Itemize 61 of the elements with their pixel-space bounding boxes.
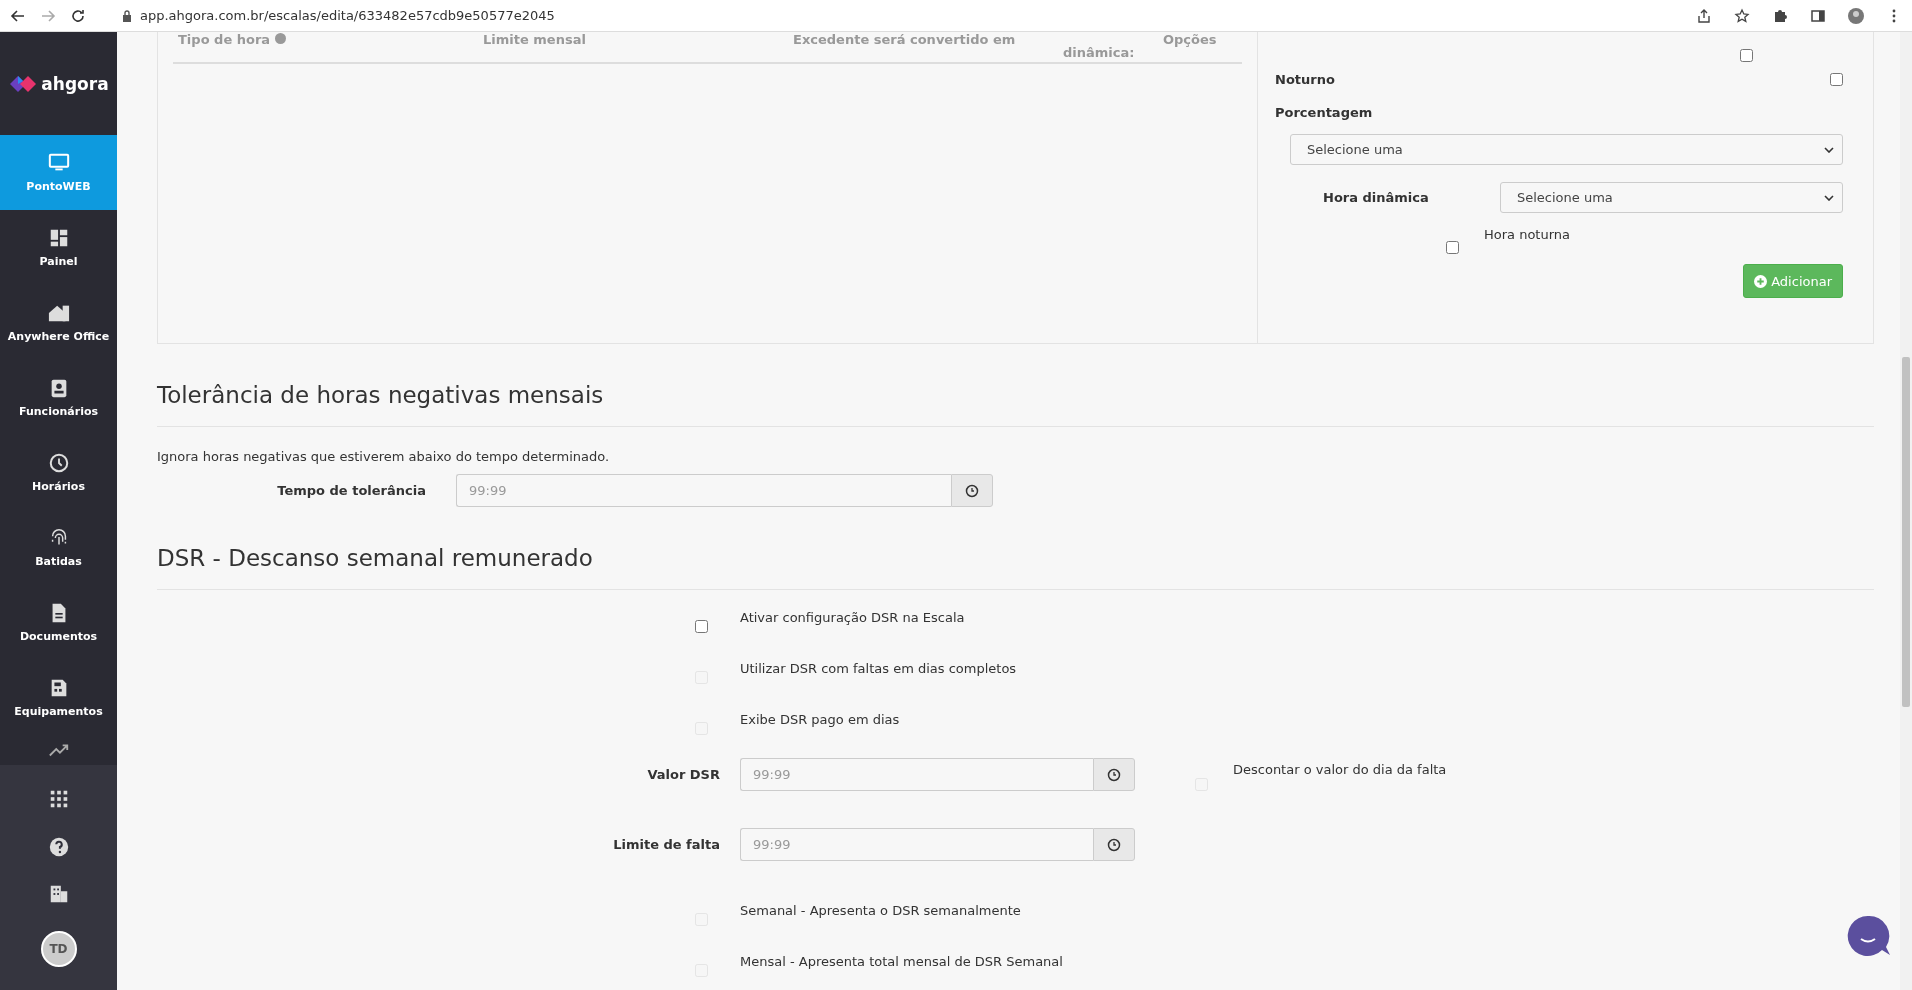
sidebar-item[interactable]: Horários [0, 435, 117, 510]
sidebar-item[interactable]: Equipamentos [0, 660, 117, 735]
sidebar-item[interactable]: Anywhere Office [0, 285, 117, 360]
checkbox-label: Ativar configuração DSR na Escala [740, 609, 965, 627]
puzzle-icon[interactable] [1772, 7, 1788, 24]
clock-icon [1107, 767, 1121, 782]
checkbox-label: Utilizar DSR com faltas em dias completos [740, 660, 1017, 678]
clock-icon [965, 483, 979, 498]
checkbox[interactable] [695, 620, 708, 633]
clock-button[interactable] [1093, 758, 1135, 791]
select-field[interactable]: Selecione uma [1500, 182, 1843, 213]
lock-icon [122, 9, 132, 22]
time-input[interactable]: 99:99 [456, 474, 951, 507]
scrollbar[interactable] [1900, 32, 1912, 990]
reload-icon[interactable] [70, 7, 86, 24]
chevron-down-icon [1824, 194, 1834, 201]
column-header: Limite mensal [483, 32, 586, 47]
column-header: Tipo de hora [178, 32, 286, 47]
sidebar-item[interactable]: Documentos [0, 585, 117, 660]
help-icon[interactable] [47, 835, 70, 858]
sidebar-item[interactable]: Funcionários [0, 360, 117, 435]
column-header: Opções [1163, 32, 1217, 47]
address-bar[interactable]: app.ahgora.com.br/escalas/edita/633482e57cdb9e50577e2045 [140, 8, 555, 23]
plus-circle-icon [1754, 274, 1768, 288]
time-input[interactable]: 99:99 [740, 758, 1093, 791]
info-icon [274, 33, 286, 44]
clock-button[interactable] [1093, 828, 1135, 861]
time-input[interactable]: 99:99 [740, 828, 1093, 861]
field-label: Valor DSR [647, 767, 720, 782]
star-icon[interactable] [1734, 7, 1750, 24]
column-header: Excedente será convertido em [793, 32, 1016, 47]
sidebar-item[interactable]: Painel [0, 210, 117, 285]
sidebar-icon[interactable] [1810, 7, 1826, 24]
checkbox[interactable] [1740, 49, 1753, 62]
clock-icon [47, 452, 70, 474]
checkbox-label: Hora noturna [1484, 227, 1571, 242]
column-header: dinâmica: [1063, 45, 1135, 60]
checkbox-label: Semanal - Apresenta o DSR semanalmente [740, 902, 1021, 920]
user-avatar[interactable]: TD [40, 931, 77, 968]
section-title: Tolerância de horas negativas mensais [157, 382, 605, 408]
clock-button[interactable] [951, 474, 993, 507]
field-label: Tempo de tolerância [276, 483, 426, 498]
clock-icon [1107, 837, 1121, 852]
chevron-down-icon [1824, 146, 1834, 153]
select-field[interactable]: Selecione uma [1290, 134, 1843, 165]
share-icon[interactable] [1696, 7, 1712, 24]
field-label: Hora dinâmica [1323, 190, 1430, 205]
section-title: DSR - Descanso semanal remunerado [157, 545, 594, 571]
back-icon[interactable] [10, 7, 26, 24]
field-label: Noturno [1275, 72, 1335, 87]
sidebar-item[interactable]: Batidas [0, 510, 117, 585]
checkbox[interactable] [1830, 73, 1843, 86]
checkbox-label: Descontar o valor do dia da falta [1233, 761, 1447, 777]
checkbox-label: Exibe DSR pago em dias [740, 711, 900, 729]
checkbox[interactable] [1446, 241, 1459, 254]
checkbox-label: Mensal - Apresenta total mensal de DSR Semanal [740, 953, 1063, 971]
profile-avatar-icon[interactable] [1848, 7, 1864, 24]
description-text: Ignora horas negativas que estiverem abaixo do tempo determinado. [157, 449, 611, 464]
field-label: Limite de falta [613, 837, 720, 852]
logo-text: ahgora [41, 73, 109, 94]
field-label: Porcentagem [1275, 105, 1374, 120]
